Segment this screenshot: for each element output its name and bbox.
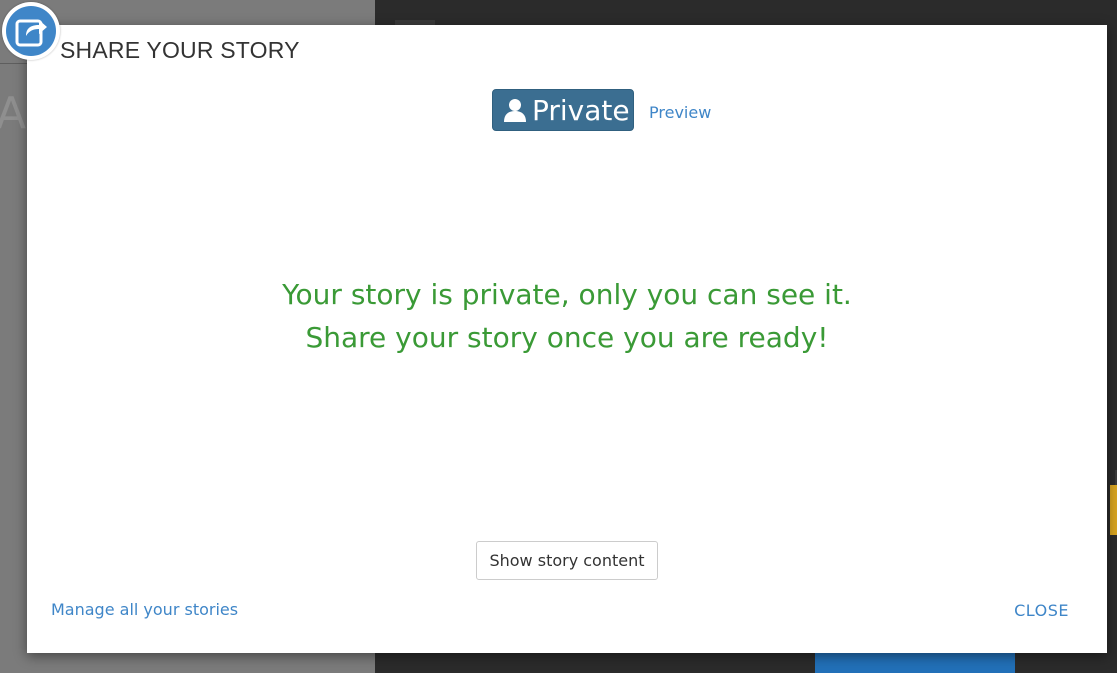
background-ghost-glyph: A <box>0 88 27 139</box>
share-icon-glyph <box>15 19 47 47</box>
message-line-1: Your story is private, only you can see … <box>282 278 852 311</box>
close-button[interactable]: CLOSE <box>1014 601 1069 620</box>
share-story-modal: SHARE YOUR STORY Private Preview Your st… <box>27 25 1107 653</box>
message-line-2: Share your story once you are ready! <box>305 321 829 354</box>
private-message: Your story is private, only you can see … <box>27 273 1107 359</box>
map-highlight <box>1110 485 1117 535</box>
show-story-content-button[interactable]: Show story content <box>476 541 658 580</box>
private-status-badge[interactable]: Private <box>492 89 634 131</box>
share-icon <box>2 2 60 60</box>
user-icon <box>503 98 527 126</box>
status-label: Private <box>532 94 630 127</box>
manage-stories-link[interactable]: Manage all your stories <box>51 600 238 619</box>
modal-title: SHARE YOUR STORY <box>60 37 300 63</box>
map-region <box>815 650 1015 673</box>
preview-link[interactable]: Preview <box>649 103 711 122</box>
